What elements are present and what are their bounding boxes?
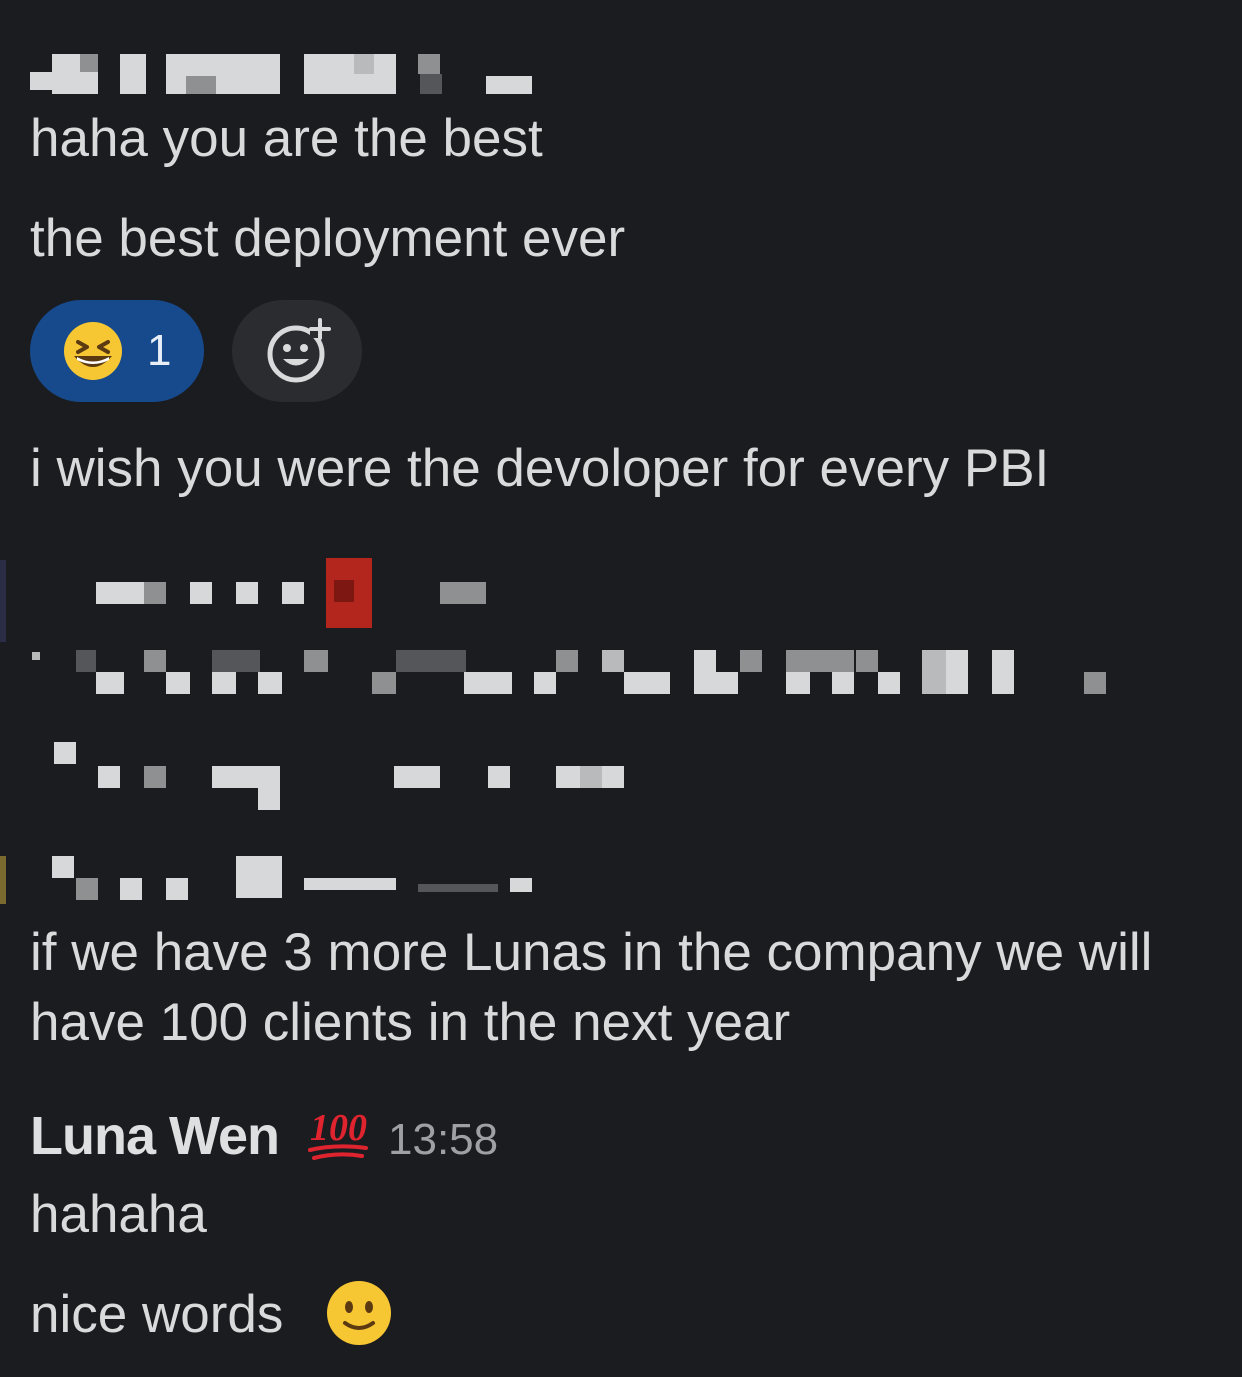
laughing-face-icon (64, 322, 122, 380)
slightly-smiling-face-icon (327, 1281, 391, 1345)
message-text: i wish you were the devoloper for every … (30, 439, 1050, 498)
hundred-points-icon: 100 (308, 1107, 368, 1160)
reaction-pill[interactable]: 1 (30, 300, 204, 402)
message-text: if we have 3 more Lunas in the company w… (30, 923, 1153, 1052)
message-text: hahaha (30, 1185, 207, 1244)
message-timestamp[interactable]: 13:58 (388, 1112, 498, 1168)
add-reaction-button[interactable] (232, 300, 362, 402)
add-reaction-icon (267, 318, 331, 383)
message-text: the best deployment ever (30, 209, 626, 268)
reaction-count: 1 (147, 326, 172, 375)
message-text: haha you are the best (30, 109, 543, 168)
message-text: nice words (30, 1285, 284, 1344)
svg-text:100: 100 (310, 1107, 367, 1149)
sender-name[interactable]: Luna Wen (30, 1104, 280, 1168)
